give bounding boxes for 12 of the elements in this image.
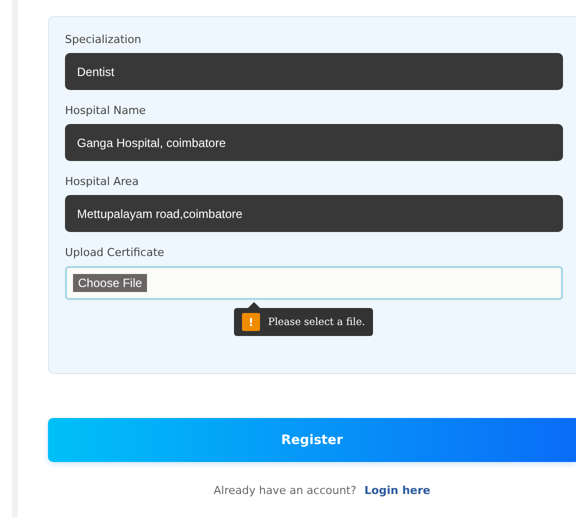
footer-text: Already have an account? xyxy=(214,484,356,497)
warning-icon: ! xyxy=(242,313,260,331)
field-label: Specialization xyxy=(65,33,142,46)
field-label: Hospital Name xyxy=(65,104,147,117)
field-label: Upload Certificate xyxy=(65,246,166,259)
text-field[interactable]: Ganga Hospital, coimbatore xyxy=(65,124,563,161)
field-label: Hospital Area xyxy=(65,175,140,188)
login-link[interactable]: Login here xyxy=(364,484,430,497)
choose-file-button[interactable]: Choose File xyxy=(73,274,148,292)
tooltip-message: Please select a file. xyxy=(268,316,366,328)
text-field[interactable]: Mettupalayam road,coimbatore xyxy=(65,195,563,232)
text-field[interactable]: Dentist xyxy=(65,53,563,90)
